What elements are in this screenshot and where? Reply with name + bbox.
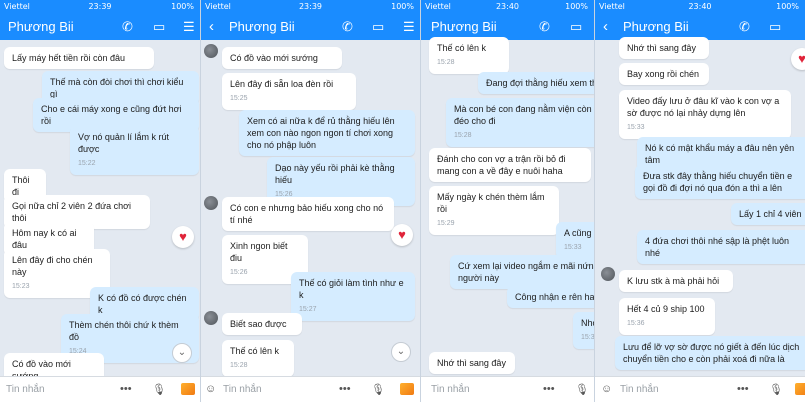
- avatar[interactable]: [601, 267, 615, 281]
- image-icon[interactable]: [400, 383, 414, 395]
- image-icon[interactable]: [181, 383, 195, 395]
- chat-header: ‹ Phương Bii ✆ ▭ ☰: [201, 14, 420, 40]
- video-icon[interactable]: ▭: [153, 19, 165, 35]
- message-bubble[interactable]: Có đồ vào mới sướng: [222, 47, 342, 69]
- message-bubble[interactable]: Có con e nhưng bảo hiếu xong cho nó tí n…: [222, 197, 394, 231]
- message-bubble[interactable]: Video đấy lưu ở đâu kĩ vào k con vợ a sờ…: [619, 90, 791, 139]
- status-time: 23:40: [688, 2, 712, 11]
- battery-label: 100%: [171, 2, 194, 11]
- heart-icon[interactable]: ♥: [391, 224, 413, 246]
- message-bubble[interactable]: Hết 4 củ 9 ship 100 15:36: [619, 298, 715, 335]
- battery-label: 100%: [391, 2, 414, 11]
- chat-header: Phương Bii ✆ ▭ ☰: [0, 14, 200, 40]
- heart-icon[interactable]: ♥: [172, 226, 194, 248]
- composer-bar: Tin nhắn ••• 🎙: [421, 376, 594, 402]
- status-bar: Viettel 23:39 100%: [0, 0, 200, 14]
- status-time: 23:39: [88, 2, 112, 11]
- list-icon[interactable]: ☰: [403, 19, 415, 35]
- message-input[interactable]: Tin nhắn: [6, 384, 45, 395]
- list-icon[interactable]: ☰: [183, 19, 195, 35]
- more-icon[interactable]: •••: [120, 383, 132, 395]
- video-icon[interactable]: ▭: [372, 19, 384, 35]
- mic-icon[interactable]: 🎙: [371, 383, 385, 396]
- chevron-left-icon[interactable]: ‹: [209, 18, 214, 35]
- phone-icon[interactable]: ✆: [122, 19, 133, 35]
- composer-bar: ☺ Tin nhắn ••• 🎙: [595, 376, 805, 402]
- more-icon[interactable]: •••: [737, 383, 749, 395]
- message-bubble[interactable]: Nhớ thì sang đây: [429, 352, 515, 374]
- message-bubble[interactable]: Thế có lên k 15:28: [429, 37, 509, 74]
- composer-bar: ☺ Tin nhắn ••• 🎙: [201, 376, 420, 402]
- message-input[interactable]: Tin nhắn: [431, 384, 470, 395]
- message-bubble[interactable]: Mấy ngày k chén thèm lắm rồi 15:29: [429, 186, 559, 235]
- message-bubble[interactable]: Thế có giỏi làm tình như e k 15:27: [291, 272, 415, 321]
- message-bubble[interactable]: Đưa stk đây thằng hiếu chuyển tiền e gọi…: [635, 165, 805, 199]
- message-bubble[interactable]: K lưu stk à mà phải hỏi: [619, 270, 733, 292]
- message-bubble[interactable]: Cứ xem lại video ngắm e mãi nứng cả ngườ…: [450, 255, 594, 289]
- message-bubble[interactable]: Biết sao được: [222, 313, 302, 335]
- more-icon[interactable]: •••: [339, 383, 351, 395]
- message-bubble[interactable]: 4 đứa chơi thôi nhé sập là phệt luôn nhé: [637, 230, 805, 264]
- more-icon[interactable]: •••: [543, 383, 555, 395]
- mic-icon[interactable]: 🎙: [575, 383, 589, 396]
- battery-label: 100%: [776, 2, 799, 11]
- message-input[interactable]: Tin nhắn: [620, 384, 659, 395]
- message-bubble[interactable]: Mà con bé con đang nằm viện còn sợ đéo c…: [446, 98, 594, 147]
- message-bubble[interactable]: Vợ nó quản lí lắm k rút được 15:22: [70, 126, 199, 175]
- phone-icon[interactable]: ✆: [539, 19, 550, 35]
- message-bubble[interactable]: Lưu để lỡ vợ sờ được nó giết à đến lúc d…: [615, 336, 805, 370]
- chat-panel-1: Viettel 23:39 100% Phương Bii ✆ ▭ ☰ Lấy …: [0, 0, 201, 402]
- message-bubble[interactable]: Lấy máy hết tiền rồi còn đâu: [4, 47, 154, 69]
- composer-bar: Tin nhắn ••• 🎙: [0, 376, 200, 402]
- message-bubble[interactable]: Công nhận e rên hay vãi: [507, 286, 594, 308]
- message-bubble[interactable]: Nhớ thì sang đây: [619, 37, 709, 59]
- message-bubble[interactable]: Xem có ai nữa k để rủ thằng hiếu lên xem…: [239, 110, 415, 156]
- message-bubble[interactable]: Nhớ quá15:33: [573, 312, 594, 349]
- mic-icon[interactable]: 🎙: [769, 383, 783, 396]
- heart-icon[interactable]: ♥: [791, 48, 805, 70]
- image-icon[interactable]: [795, 383, 805, 395]
- contact-name[interactable]: Phương Bii: [431, 19, 497, 34]
- battery-label: 100%: [565, 2, 588, 11]
- contact-name[interactable]: Phương Bii: [623, 19, 689, 34]
- avatar[interactable]: [204, 311, 218, 325]
- video-icon[interactable]: ▭: [769, 19, 781, 35]
- message-bubble[interactable]: Lấy 1 chỉ 4 viên: [731, 203, 805, 225]
- avatar[interactable]: [204, 196, 218, 210]
- message-bubble[interactable]: Lên đây đi sẵn loa đèn rồi 15:25: [222, 73, 356, 110]
- message-bubble[interactable]: A cũng thế15:33: [556, 222, 594, 259]
- phone-icon[interactable]: ✆: [739, 19, 750, 35]
- message-bubble[interactable]: Đang đợi thằng hiếu xem thế nào: [478, 72, 594, 94]
- mic-icon[interactable]: 🎙: [152, 383, 166, 396]
- avatar[interactable]: [204, 44, 218, 58]
- screenshot-collage: Viettel 23:39 100% Phương Bii ✆ ▭ ☰ Lấy …: [0, 0, 805, 402]
- message-input[interactable]: Tin nhắn: [223, 384, 262, 395]
- chat-panel-3: Viettel 23:40 100% Phương Bii ✆ ▭ Thế có…: [421, 0, 595, 402]
- scroll-down-button[interactable]: ⌄: [391, 342, 411, 362]
- status-bar: Viettel 23:40 100%: [421, 0, 594, 14]
- status-bar: Viettel 23:40 100%: [595, 0, 805, 14]
- smiley-icon[interactable]: ☺: [205, 383, 216, 395]
- scroll-down-button[interactable]: ⌄: [172, 343, 192, 363]
- chevron-left-icon[interactable]: ‹: [603, 18, 608, 35]
- chat-panel-2: Viettel 23:39 100% ‹ Phương Bii ✆ ▭ ☰ Có…: [201, 0, 421, 402]
- video-icon[interactable]: ▭: [570, 19, 582, 35]
- status-time: 23:39: [298, 2, 323, 11]
- phone-icon[interactable]: ✆: [342, 19, 353, 35]
- chat-panel-4: Viettel 23:40 100% ‹ Phương Bii ✆ ▭ Nhớ …: [595, 0, 805, 402]
- status-bar: Viettel 23:39 100%: [201, 0, 420, 14]
- contact-name[interactable]: Phương Bii: [8, 19, 74, 34]
- message-bubble[interactable]: Thế có lên k 15:28: [222, 340, 294, 377]
- message-bubble[interactable]: Bay xong rồi chén: [619, 63, 709, 85]
- smiley-icon[interactable]: ☺: [601, 383, 612, 395]
- message-bubble[interactable]: Đánh cho con vợ a trận rồi bỏ đi mang co…: [429, 148, 591, 182]
- contact-name[interactable]: Phương Bii: [229, 19, 295, 34]
